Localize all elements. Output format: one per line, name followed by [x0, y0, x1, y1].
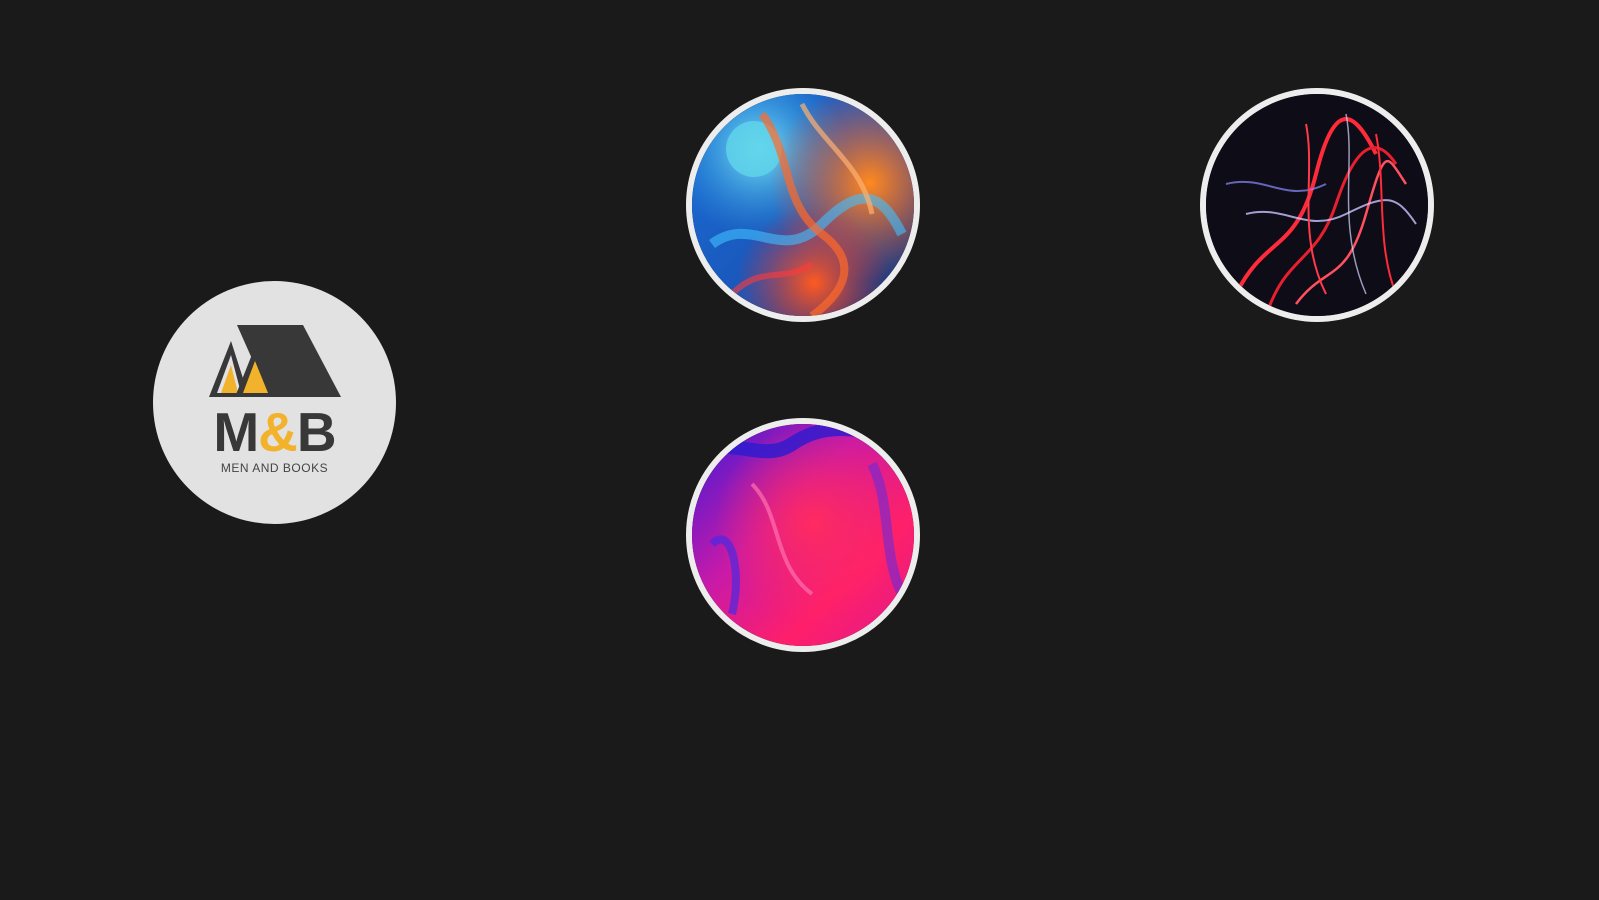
brand-wordmark-ampersand: &: [258, 400, 298, 463]
brand-wordmark-m: M: [213, 400, 259, 463]
abstract-ink-blue-orange-image: [692, 94, 914, 316]
abstract-paint-pink-purple-image: [692, 424, 914, 646]
canvas: M&B MEN AND BOOKS: [0, 0, 1599, 900]
story-avatar-3[interactable]: [686, 418, 920, 652]
books-roof-icon: [204, 324, 341, 400]
brand-wordmark: M&B: [213, 404, 336, 459]
brand-wordmark-b: B: [296, 400, 337, 463]
brand-logo[interactable]: M&B MEN AND BOOKS: [153, 281, 396, 524]
story-avatar-1[interactable]: [686, 88, 920, 322]
abstract-light-trails-red-image: [1206, 94, 1428, 316]
story-avatar-2[interactable]: [1200, 88, 1434, 322]
brand-tagline: MEN AND BOOKS: [220, 460, 329, 475]
